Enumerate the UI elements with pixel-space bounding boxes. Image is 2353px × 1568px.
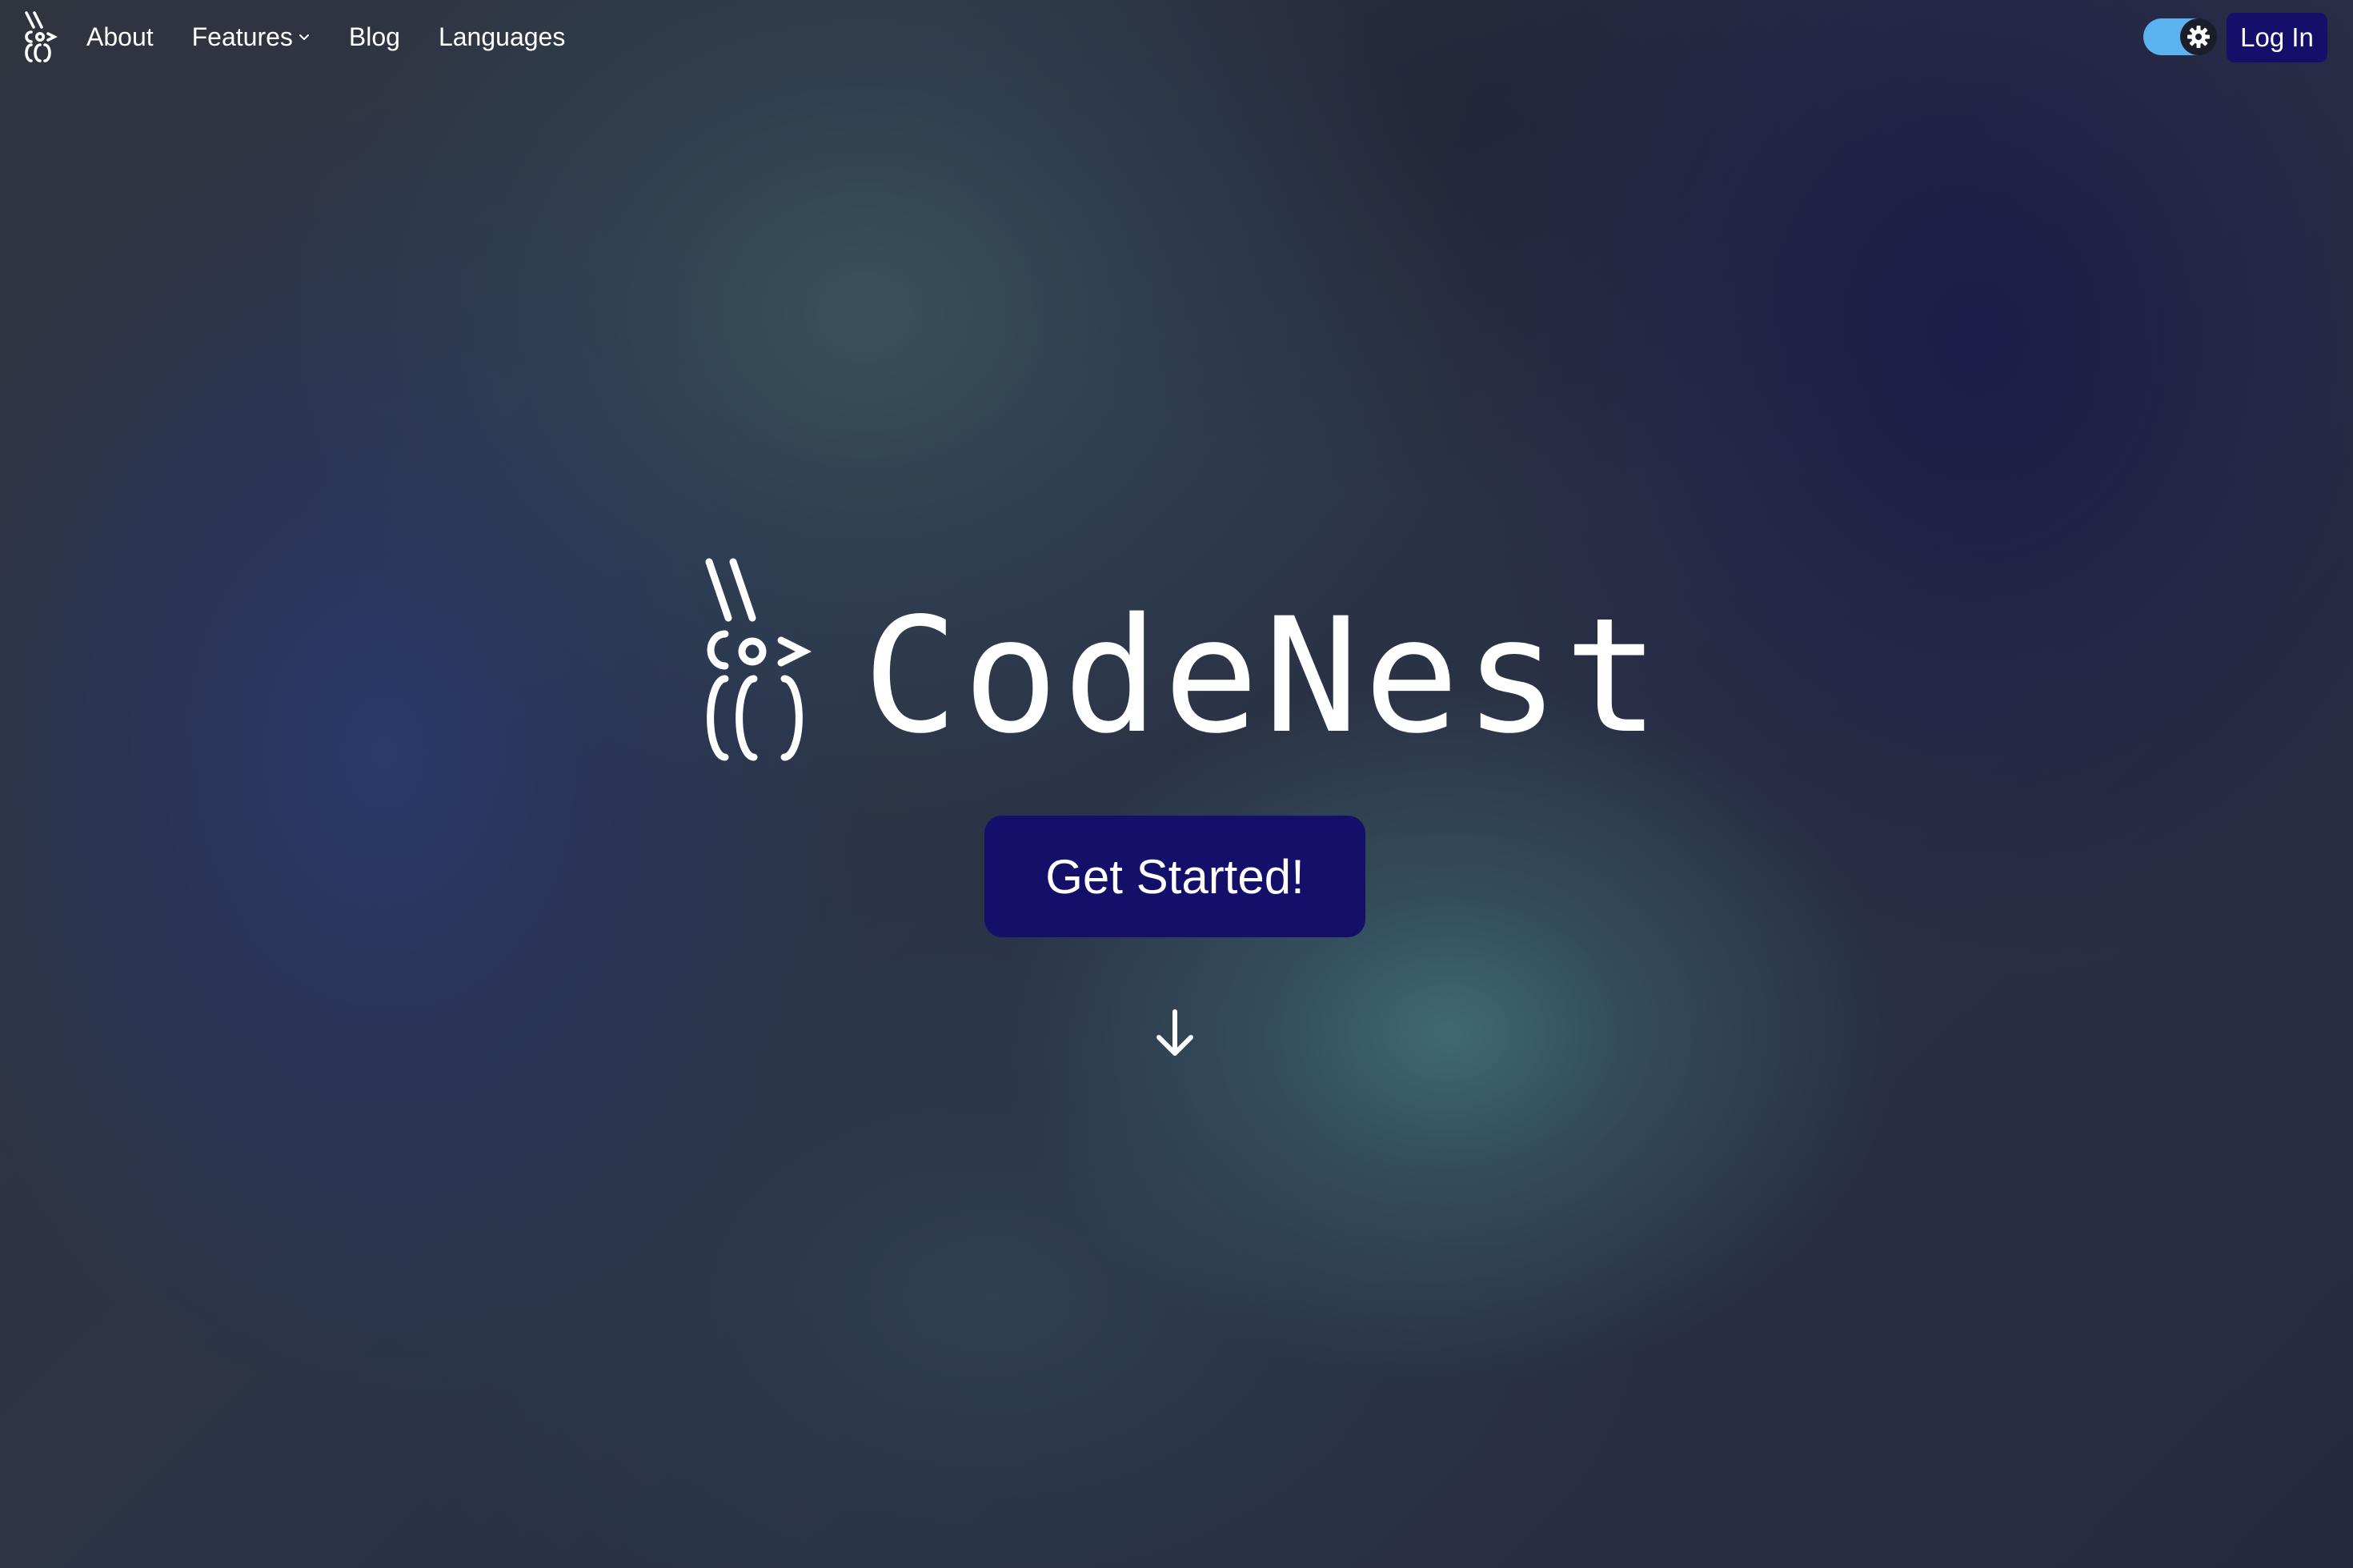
login-button-label: Log In [2240,22,2314,52]
login-button[interactable]: Log In [2227,13,2327,62]
chevron-down-icon [298,30,311,43]
codenest-logo-icon [704,557,813,765]
hero-title: CodeNest [863,583,1665,768]
nav-link-about[interactable]: About [86,22,154,52]
nav-link-features[interactable]: Features [192,22,311,52]
theme-toggle[interactable] [2143,18,2217,55]
top-navbar: About Features Blog Languages Log In [0,0,2353,74]
nav-link-languages-label: Languages [438,22,566,51]
nav-link-about-label: About [86,22,154,51]
nav-link-blog-label: Blog [348,22,400,51]
nav-link-blog[interactable]: Blog [349,22,400,52]
get-started-button-label: Get Started! [1045,849,1305,904]
nav-links: About Features Blog Languages [86,0,603,74]
arrow-down-icon[interactable] [1151,1007,1199,1060]
toggle-knob [2180,18,2217,55]
codenest-logo-icon[interactable] [24,11,61,64]
get-started-button[interactable]: Get Started! [984,816,1365,937]
nav-link-languages[interactable]: Languages [439,22,565,52]
nav-link-features-label: Features [191,22,293,51]
gear-icon [2187,26,2210,48]
